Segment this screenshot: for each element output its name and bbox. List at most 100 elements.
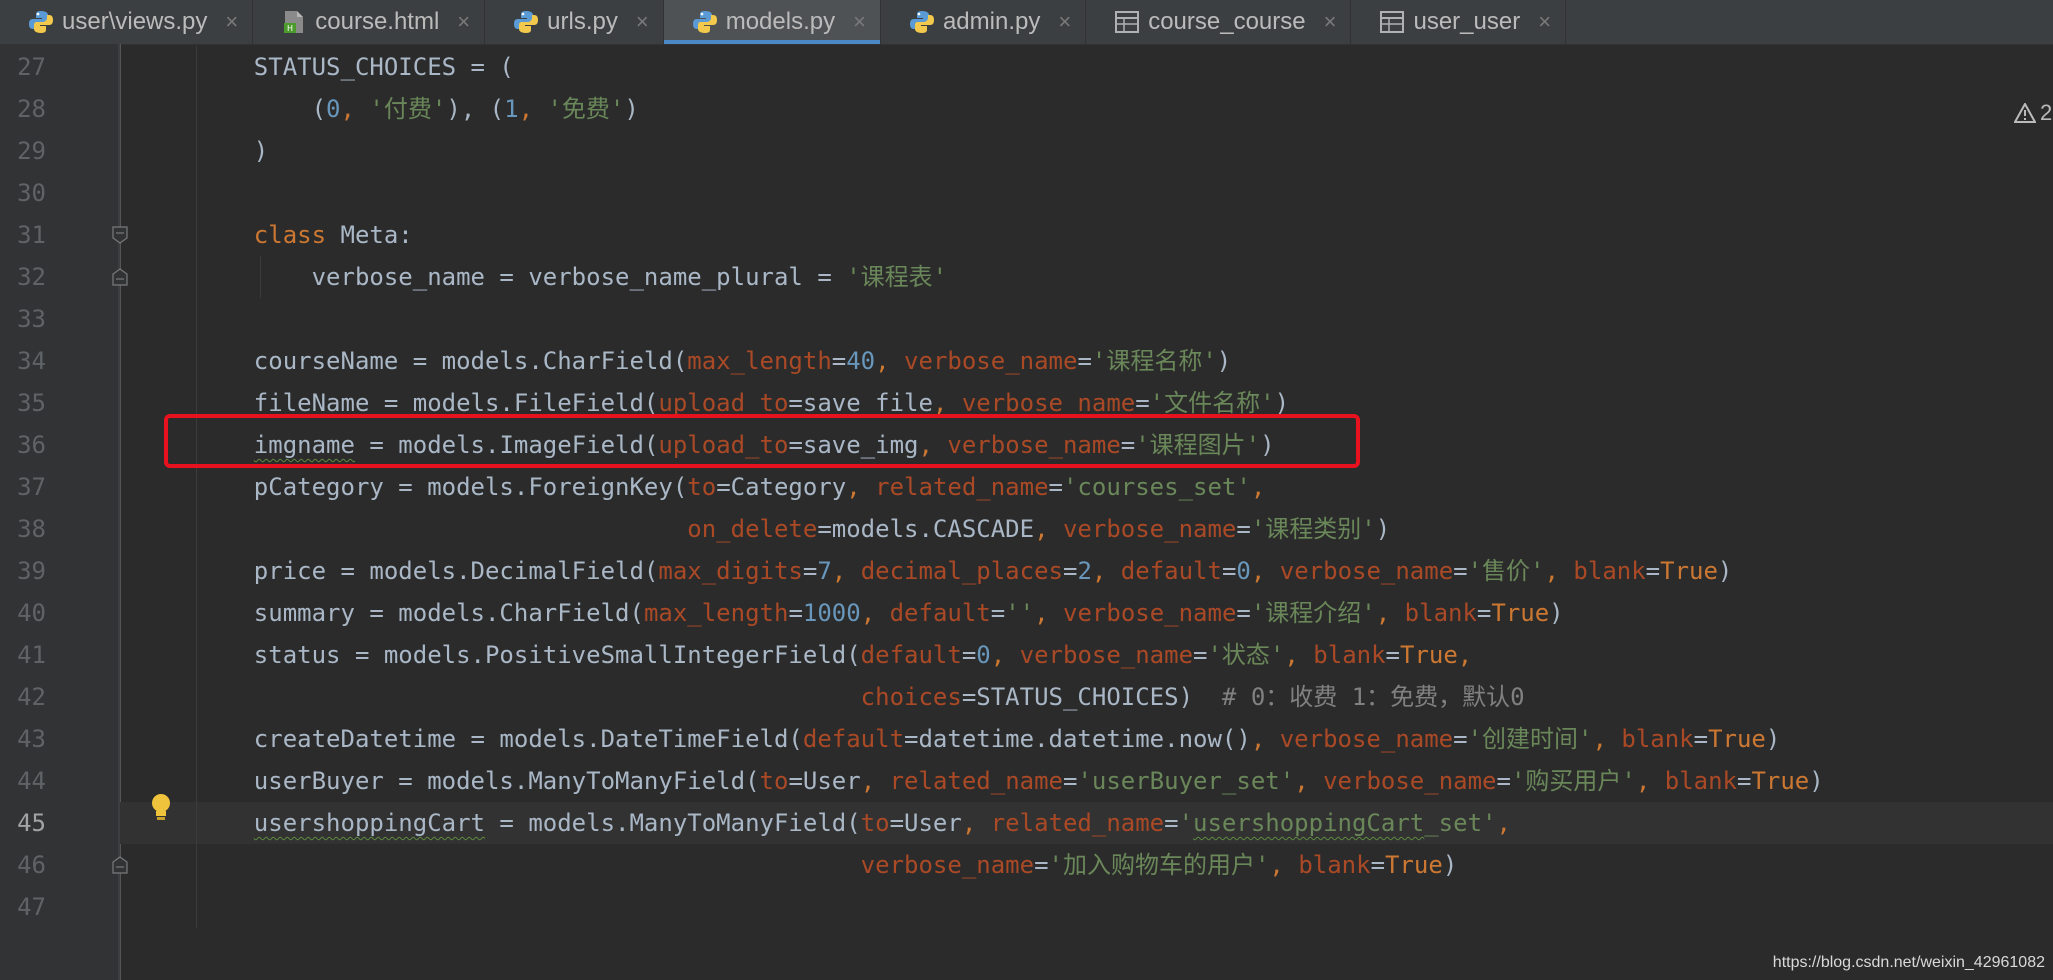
tab-models-py[interactable]: models.py ×: [663, 0, 881, 44]
code-line[interactable]: STATUS_CHOICES = (: [120, 46, 2053, 88]
python-file-icon: [514, 11, 539, 33]
tab-admin-py[interactable]: admin.py ×: [881, 0, 1087, 44]
inspection-widget[interactable]: 2: [2014, 100, 2052, 126]
code-line[interactable]: (0, '付费'), (1, '免费'): [120, 88, 2053, 130]
code-token: ,: [932, 389, 962, 417]
line-number: 29: [17, 137, 46, 165]
code-token: verbose_name: [1062, 515, 1237, 543]
code-line[interactable]: choices=STATUS_CHOICES) # 0：收费 1：免费，默认0: [120, 676, 2053, 718]
code-line[interactable]: ): [120, 130, 2053, 172]
code-token: ): [1442, 851, 1458, 879]
code-token: ,: [1250, 557, 1280, 585]
code-token: =: [1164, 809, 1179, 837]
line-number: 43: [17, 725, 46, 753]
code-token: '售价': [1467, 557, 1545, 585]
code-token: ,: [1294, 767, 1324, 795]
tab-urls-py[interactable]: urls.py ×: [485, 0, 664, 44]
fold-marker-icon[interactable]: [112, 268, 128, 286]
intention-bulb-icon[interactable]: [148, 792, 174, 824]
code-token: =: [1077, 347, 1092, 375]
code-token: 2: [1077, 557, 1092, 585]
code-token: '免费': [547, 95, 625, 123]
code-token: verbose_name: [1279, 557, 1454, 585]
tab-user-user[interactable]: user_user ×: [1351, 0, 1567, 44]
close-icon[interactable]: ×: [853, 9, 866, 35]
code-token: verbose_name: [1323, 767, 1497, 795]
code-line[interactable]: status = models.PositiveSmallIntegerFiel…: [120, 634, 2053, 676]
line-number: 41: [17, 641, 46, 669]
code-line[interactable]: createDatetime = models.DateTimeField(de…: [120, 718, 2053, 760]
close-icon[interactable]: ×: [1058, 9, 1071, 35]
code-line[interactable]: userBuyer = models.ManyToManyField(to=Us…: [120, 760, 2053, 802]
line-number: 30: [17, 179, 46, 207]
code-token: decimal_places: [860, 557, 1063, 585]
code-line[interactable]: verbose_name='加入购物车的用户', blank=True): [120, 844, 2053, 886]
code-token: ,: [1034, 599, 1064, 627]
code-token: verbose_name: [1063, 599, 1237, 627]
code-line[interactable]: pCategory = models.ForeignKey(to=Categor…: [120, 466, 2053, 508]
code-token: ,: [340, 95, 370, 123]
code-token: =: [788, 599, 803, 627]
close-icon[interactable]: ×: [636, 9, 649, 35]
code-token: ,: [990, 641, 1020, 669]
python-file-icon: [29, 11, 53, 33]
code-line[interactable]: [120, 298, 2053, 340]
code-token: default: [860, 641, 962, 669]
code-line[interactable]: class Meta:: [120, 214, 2053, 256]
code-token: default: [1120, 557, 1222, 585]
tab-user-views-py[interactable]: user\views.py ×: [0, 0, 254, 44]
fold-marker-icon[interactable]: [112, 856, 128, 874]
code-token: 40: [846, 347, 876, 375]
code-line[interactable]: verbose_name = verbose_name_plural = '课程…: [120, 256, 2053, 298]
code-token: =: [990, 599, 1006, 627]
line-number: 34: [17, 347, 46, 375]
code-token: True: [1751, 767, 1810, 795]
code-token: ,: [1635, 767, 1665, 795]
line-number: 37: [17, 473, 46, 501]
table-icon: [1115, 11, 1140, 33]
table-icon: [1380, 11, 1405, 33]
close-icon[interactable]: ×: [1538, 9, 1551, 35]
code-token: '文件名称': [1149, 389, 1275, 417]
code-line[interactable]: courseName = models.CharField(max_length…: [120, 340, 2053, 382]
code-token: verbose_name: [1279, 725, 1454, 753]
close-icon[interactable]: ×: [457, 9, 470, 35]
code-line[interactable]: price = models.DecimalField(max_digits=7…: [120, 550, 2053, 592]
code-editor[interactable]: 27 28 29 30 31 32 33 34 35 36 37 38 39 40 41 42 43 44 45 46…: [0, 44, 2053, 980]
code-token: =: [1062, 557, 1078, 585]
code-token: choices: [860, 683, 962, 711]
code-token: ,: [875, 347, 905, 375]
code-line[interactable]: summary = models.CharField(max_length=10…: [120, 592, 2053, 634]
code-token: '加入购物车的用户': [1048, 851, 1270, 879]
code-token: verbose_name: [860, 851, 1035, 879]
code-token: class: [253, 221, 327, 249]
code-token: blank: [1404, 599, 1477, 627]
code-token: '课程类别': [1250, 515, 1376, 543]
tab-label: urls.py: [547, 8, 618, 35]
tab-label: course.html: [315, 8, 440, 35]
code-area[interactable]: STATUS_CHOICES = ( (0, '付费'), (1, '免费') …: [120, 44, 2053, 980]
tab-course-course[interactable]: course_course ×: [1086, 0, 1352, 44]
code-token: ,: [1375, 599, 1405, 627]
code-line[interactable]: [120, 172, 2053, 214]
close-icon[interactable]: ×: [225, 9, 238, 35]
close-icon[interactable]: ×: [1324, 9, 1337, 35]
code-line[interactable]: usershoppingCart = models.ManyToManyFiel…: [120, 802, 2053, 844]
code-token: userBuyer = models.ManyToManyField(: [196, 767, 760, 795]
tab-label: admin.py: [942, 8, 1041, 35]
watermark-text: https://blog.csdn.net/weixin_42961082: [1772, 954, 2045, 971]
code-token: ), (: [446, 95, 505, 123]
code-token: '付费': [369, 95, 447, 123]
fold-marker-icon[interactable]: [112, 226, 128, 244]
code-token: 0: [1236, 557, 1251, 585]
tab-label: user\views.py: [62, 8, 208, 35]
code-line[interactable]: [120, 886, 2053, 928]
code-token: 1: [504, 95, 519, 123]
code-line[interactable]: on_delete=models.CASCADE, verbose_name='…: [120, 508, 2053, 550]
line-number: 46: [17, 851, 46, 879]
code-token: related_name: [990, 809, 1165, 837]
html-file-icon: H: [284, 11, 304, 33]
tab-course-html[interactable]: Hcourse.html ×: [253, 0, 486, 44]
